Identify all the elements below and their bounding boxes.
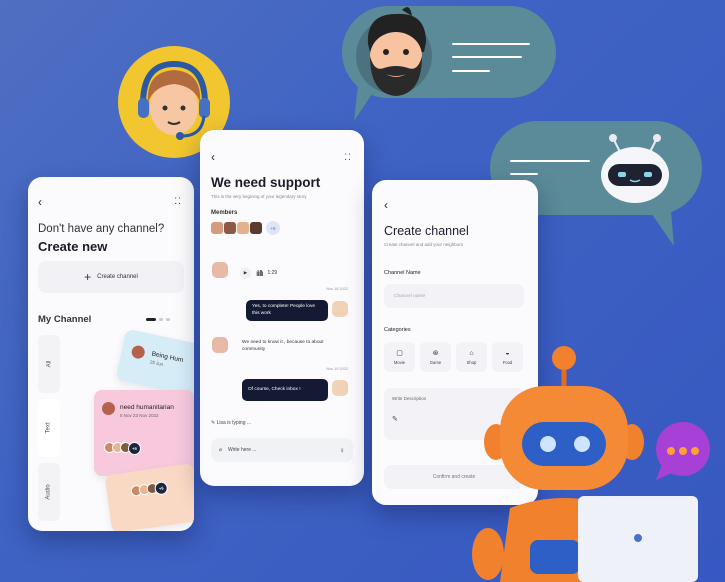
card-member-avatars: +5 bbox=[104, 442, 141, 455]
chat-bubble-icon bbox=[656, 422, 710, 480]
channel-type-tabs: All Text Audio bbox=[38, 335, 62, 521]
plus-icon: + bbox=[84, 270, 92, 284]
back-chevron-icon[interactable]: ‹ bbox=[38, 195, 42, 209]
play-icon[interactable]: ▶ bbox=[240, 267, 251, 279]
members-more-badge[interactable]: +5 bbox=[266, 221, 280, 235]
member-avatars[interactable]: +5 bbox=[211, 221, 280, 235]
card-member-avatars: +5 bbox=[130, 480, 169, 499]
create-channel-button[interactable]: + Create channel bbox=[38, 261, 184, 293]
game-icon: ⊛ bbox=[432, 350, 439, 357]
my-channel-title: My Channel bbox=[38, 314, 92, 325]
card-avatar bbox=[130, 344, 146, 360]
card-title: need humanitarian bbox=[120, 404, 174, 411]
tab-text[interactable]: Text bbox=[38, 399, 60, 457]
message-timestamp: Nov 18 2022 bbox=[326, 287, 348, 291]
chat-title: We need support bbox=[211, 175, 321, 190]
members-label: Members bbox=[211, 210, 238, 216]
grid-dots-icon[interactable]: ⁚⁚ bbox=[344, 152, 352, 163]
typing-indicator: ✎ Lisa is typing ... bbox=[211, 420, 252, 426]
own-avatar bbox=[332, 301, 348, 317]
robot-bubble-line-1 bbox=[510, 160, 590, 162]
tab-audio[interactable]: Audio bbox=[38, 463, 60, 521]
outgoing-message: Yes, to complete! People love this work bbox=[246, 300, 328, 322]
audio-message[interactable]: ▶ ılıIlı 1:29 bbox=[240, 266, 320, 280]
create-channel-title: Create channel bbox=[384, 224, 469, 238]
waveform-icon: ılıIlı bbox=[256, 268, 264, 278]
create-new-heading: Create new bbox=[38, 239, 108, 254]
chat-subtitle: This is the very begining of your legend… bbox=[211, 194, 307, 199]
channel-card[interactable]: Being Hum 25 Jun bbox=[115, 328, 194, 398]
bearded-man-icon bbox=[356, 7, 432, 96]
message-placeholder: Write here ... bbox=[228, 447, 257, 453]
create-channel-subtitle: Create channel and add your neighbors bbox=[384, 242, 464, 247]
tab-all[interactable]: All bbox=[38, 335, 60, 393]
card-date: 5 Nov 23 Nov 2022 bbox=[120, 413, 159, 418]
back-chevron-icon[interactable]: ‹ bbox=[384, 198, 388, 212]
no-channel-question: Don't have any channel? bbox=[38, 223, 165, 235]
bubble-line-2 bbox=[452, 56, 522, 58]
audio-duration: 1:29 bbox=[267, 270, 278, 276]
category-movie[interactable]: ▢ Movie bbox=[384, 342, 415, 372]
bubble-line-1 bbox=[452, 43, 530, 45]
sender-avatar bbox=[212, 262, 228, 278]
microphone-icon[interactable]: ♀ bbox=[339, 446, 345, 455]
bubble-line-3 bbox=[452, 70, 490, 72]
channel-card[interactable]: need humanitarian 5 Nov 23 Nov 2022 +5 bbox=[94, 390, 194, 476]
incoming-message: We need to know it , because to about co… bbox=[242, 340, 324, 352]
category-game[interactable]: ⊛ Game bbox=[420, 342, 451, 372]
categories-label: Categories bbox=[384, 327, 411, 333]
outgoing-message: Of course, Check inbox ! bbox=[242, 379, 328, 401]
back-chevron-icon[interactable]: ‹ bbox=[211, 150, 215, 164]
grid-dots-icon[interactable]: ⁚⁚ bbox=[174, 196, 182, 207]
robot-bubble-line-2 bbox=[510, 173, 538, 175]
pencil-icon: ✎ bbox=[211, 420, 216, 426]
channel-card[interactable]: +5 bbox=[104, 463, 194, 531]
message-input[interactable]: ⌀ Write here ... ♀ bbox=[211, 438, 353, 462]
phone-support-chat: ‹ ⁚⁚ We need support This is the very be… bbox=[200, 130, 364, 486]
create-channel-label: Create channel bbox=[97, 274, 138, 280]
speech-bubble-tail-right bbox=[642, 200, 674, 246]
own-avatar bbox=[332, 380, 348, 396]
sender-avatar bbox=[212, 337, 228, 353]
card-avatar bbox=[102, 402, 115, 415]
attach-icon[interactable]: ⌀ bbox=[219, 447, 222, 453]
message-timestamp: Nov 19 2022 bbox=[326, 367, 348, 371]
phone-channels: ‹ ⁚⁚ Don't have any channel? Create new … bbox=[28, 177, 194, 531]
robot-head-icon bbox=[601, 134, 669, 203]
movie-icon: ▢ bbox=[396, 350, 403, 357]
carousel-indicator bbox=[146, 318, 176, 322]
channel-name-label: Channel Name bbox=[384, 270, 421, 276]
channel-name-input[interactable]: Channel name bbox=[384, 284, 524, 308]
